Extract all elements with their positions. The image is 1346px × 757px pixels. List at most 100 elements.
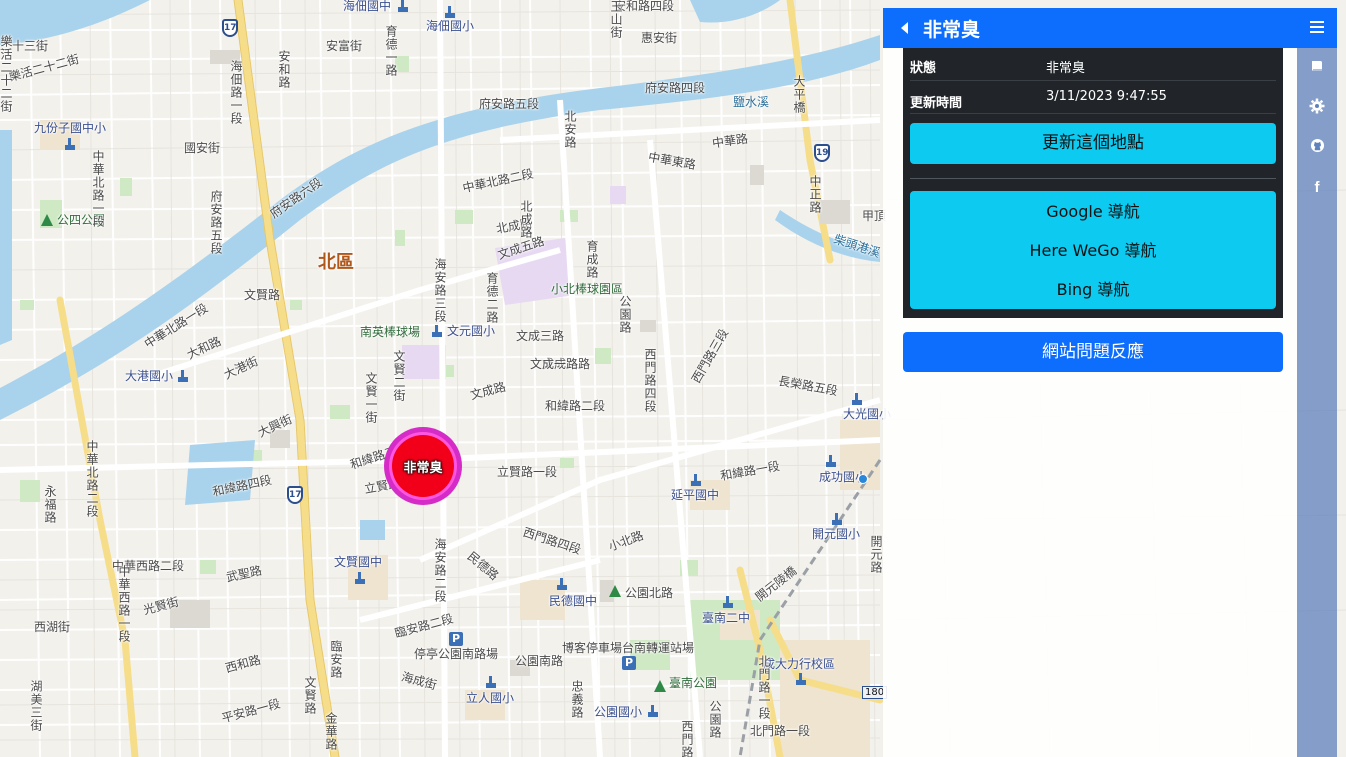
street-label-vertical: 海安路三段 — [433, 258, 447, 323]
updated-value: 3/11/2023 9:47:55 — [1046, 89, 1167, 104]
place-label[interactable]: 博客停車場台南轉運站場 — [562, 642, 694, 654]
street-label-vertical: 育德二路 — [485, 272, 499, 324]
street-label-vertical: 府安路五段 — [209, 190, 223, 255]
school-icon — [852, 393, 862, 405]
street-label-vertical: 海佃路一段 — [229, 60, 243, 125]
school-icon — [178, 370, 188, 382]
school-label[interactable]: 九份子國中小 — [34, 122, 106, 134]
google-nav-link[interactable]: Google 導航 — [910, 193, 1276, 231]
street-label-vertical: 金華路 — [324, 712, 338, 751]
school-icon — [355, 572, 365, 584]
street-label-vertical: 忠義路 — [570, 680, 584, 719]
street-label-vertical: 公園路 — [618, 295, 632, 334]
street-label: 文成三路 — [516, 329, 565, 343]
street-label-vertical: 中華北路一段 — [91, 150, 105, 228]
navigation-links: Google 導航 Here WeGo 導航 Bing 導航 — [910, 191, 1276, 309]
school-icon — [398, 0, 408, 12]
school-label[interactable]: 成大力行校區 — [763, 658, 835, 670]
parking-icon: P — [449, 632, 463, 646]
street-label-vertical: 文賢二街 — [392, 350, 406, 402]
update-location-button[interactable]: 更新這個地點 — [910, 123, 1276, 164]
divider — [910, 178, 1276, 179]
school-label[interactable]: 延平國中 — [671, 489, 719, 501]
street-label-vertical: 臨安路 — [329, 640, 343, 679]
school-icon — [691, 474, 701, 486]
street-label-vertical: 西門路四段 — [643, 348, 657, 413]
street-label-vertical: 西門路 — [680, 720, 694, 757]
street-label: 和緯路二段 — [545, 399, 606, 413]
street-label: 西湖街 — [34, 620, 71, 634]
school-label[interactable]: 海佃國小 — [426, 20, 474, 32]
street-label-vertical: 開元路 — [869, 535, 883, 574]
school-icon — [557, 578, 567, 590]
street-label-vertical: 玉山街 — [609, 0, 623, 39]
herewego-nav-link[interactable]: Here WeGo 導航 — [910, 232, 1276, 270]
status-label: 狀態 — [910, 61, 937, 76]
school-label[interactable]: 臺南二中 — [702, 612, 750, 624]
school-icon — [65, 138, 75, 150]
school-icon — [432, 325, 442, 337]
street-label: 府安路五段 — [479, 97, 540, 111]
school-label[interactable]: 大港國小 — [125, 370, 173, 382]
street-label: 文賢路 — [244, 288, 281, 302]
route-shield: 17 — [222, 19, 238, 37]
street-label-vertical: 大平橋 — [792, 75, 806, 114]
menu-icon[interactable] — [1310, 21, 1324, 33]
street-label-vertical: 北安路 — [563, 110, 577, 149]
street-label-vertical: 中正路 — [808, 175, 822, 214]
info-card: 狀態 非常臭 更新時間 3/11/2023 9:47:55 更新這個地點 Goo… — [903, 48, 1283, 318]
collapse-icon[interactable] — [901, 22, 908, 34]
school-label[interactable]: 立人國小 — [466, 692, 514, 704]
school-label[interactable]: 公園國小 — [594, 706, 642, 718]
school-icon — [826, 455, 836, 467]
school-icon — [832, 513, 842, 525]
github-icon[interactable] — [1307, 138, 1327, 158]
street-label: 安和路四段 — [614, 0, 675, 13]
location-dot — [858, 474, 868, 484]
school-icon — [723, 596, 733, 608]
street-label-vertical: 樂活二十二街 — [0, 35, 13, 113]
route-shield: 17 — [287, 486, 303, 504]
panel-title: 非常臭 — [923, 19, 981, 41]
place-label[interactable]: 停亭公園南路場 — [414, 648, 498, 660]
street-label: 北門路一段 — [750, 724, 811, 738]
updated-row: 更新時間 3/11/2023 9:47:55 — [910, 81, 1276, 114]
bing-nav-link[interactable]: Bing 導航 — [910, 271, 1276, 309]
street-label-vertical: 公園路 — [708, 700, 722, 739]
school-label[interactable]: 民德國中 — [549, 595, 597, 607]
park-label[interactable]: 臺南公園 — [669, 677, 717, 689]
school-label[interactable]: 文元國小 — [447, 325, 495, 337]
route-shield: 19 — [814, 144, 830, 162]
park-label[interactable]: 小北棒球園區 — [551, 283, 623, 295]
school-label[interactable]: 開元國小 — [812, 528, 860, 540]
facebook-icon[interactable]: f — [1307, 178, 1327, 198]
street-label-vertical: 海安路二段 — [433, 538, 447, 603]
school-icon — [648, 705, 658, 717]
school-label[interactable]: 文賢國中 — [334, 556, 382, 568]
street-label-vertical: 湖美三街 — [29, 680, 43, 732]
panel-header: 非常臭 — [883, 8, 1337, 48]
updated-label: 更新時間 — [910, 96, 963, 111]
street-label: 安富街 — [326, 39, 363, 53]
gear-icon[interactable] — [1307, 98, 1327, 118]
park-label[interactable]: 南英棒球場 — [360, 326, 420, 338]
book-icon[interactable] — [1307, 58, 1327, 78]
district-label: 北區 — [318, 252, 354, 273]
street-label-vertical: 北成路 — [519, 200, 533, 239]
feedback-button[interactable]: 網站問題反應 — [903, 332, 1283, 372]
street-label-vertical: 中華北路二段 — [85, 440, 99, 518]
street-label-vertical: 文賢路 — [303, 676, 317, 715]
status-row: 狀態 非常臭 — [910, 48, 1276, 81]
status-value: 非常臭 — [1046, 61, 1086, 76]
street-label: 惠安街 — [641, 31, 678, 45]
street-label: 公園北路 — [625, 586, 674, 600]
school-icon — [486, 676, 496, 688]
street-label-vertical: 育德一路 — [384, 25, 398, 77]
school-icon — [445, 6, 455, 18]
report-marker[interactable]: 非常臭 — [392, 435, 454, 497]
parking-icon: P — [622, 656, 636, 670]
tree-icon — [41, 214, 53, 226]
street-label-vertical: 文賢一街 — [364, 372, 378, 424]
school-label[interactable]: 海佃國中 — [343, 0, 391, 12]
school-icon — [796, 673, 806, 685]
